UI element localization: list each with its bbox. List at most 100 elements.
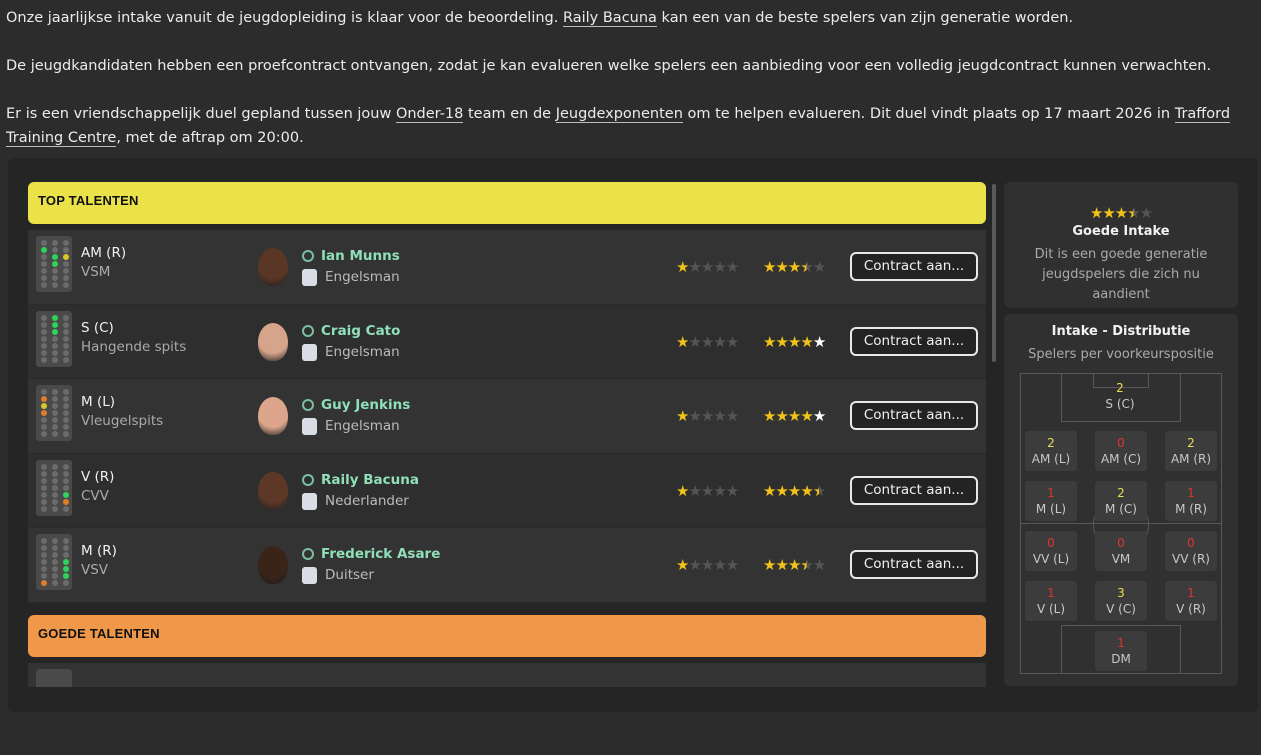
position-dot — [52, 314, 58, 321]
position-dot — [52, 328, 58, 335]
distribution-count: 1 — [1117, 636, 1125, 650]
distribution-count: 0 — [1187, 536, 1195, 550]
player-name[interactable]: Frederick Asare — [321, 546, 440, 562]
player-link[interactable]: Raily Bacuna — [562, 10, 657, 27]
player-icon — [302, 473, 314, 486]
potential-stars: ★★★★★ — [763, 332, 826, 351]
position-dot — [63, 254, 69, 260]
position-dot — [52, 424, 58, 430]
position-dot — [41, 240, 47, 246]
position-dot — [63, 545, 69, 551]
england-icon — [302, 418, 317, 435]
distribution-count: 0 — [1117, 536, 1125, 550]
position-pitch-icon — [36, 668, 72, 687]
position-dot — [63, 349, 69, 356]
position-pitch-icon — [36, 310, 72, 367]
player-name[interactable]: Raily Bacuna — [321, 472, 419, 488]
distribution-label: M (C) — [1105, 502, 1137, 516]
intake-stars: ★★★★★ — [1089, 204, 1153, 222]
table-row[interactable]: V (R) CVV Raily Bacuna Nederlander ★★★★★ ★★★★… — [28, 453, 986, 528]
position-dot — [63, 342, 69, 349]
player-role: VSM — [81, 264, 111, 280]
position-dot — [52, 538, 58, 544]
player-position: S (C) — [81, 319, 114, 336]
england-icon — [302, 269, 317, 286]
player-name[interactable]: Craig Cato — [321, 323, 400, 339]
position-dot — [41, 403, 47, 409]
position-dot — [41, 417, 47, 423]
position-dot — [52, 470, 58, 477]
distribution-cell: 0 VM — [1095, 531, 1147, 571]
position-dot — [52, 417, 58, 423]
distribution-cell: 2 AM (L) — [1025, 431, 1077, 471]
distribution-label: AM (C) — [1100, 452, 1142, 466]
position-dot — [63, 396, 69, 402]
player-role: CVV — [81, 487, 109, 504]
team-link-opponent[interactable]: Jeugdexponenten — [555, 106, 683, 123]
table-row[interactable]: S (C) Hangende spits Craig Cato Engelsman ★★… — [28, 304, 986, 379]
distribution-cell: 2 S (C) — [1094, 376, 1146, 416]
table-row[interactable]: M (R) VSV Frederick Asare Duitser ★★★★★ ★★★★★… — [28, 528, 986, 603]
table-row[interactable]: M (L) Vleugelspits Guy Jenkins Engelsman ★★★… — [28, 379, 986, 454]
section-header-good-talents[interactable]: GOEDE TALENTEN — [28, 614, 986, 657]
position-dot — [41, 321, 47, 328]
position-dot — [63, 559, 69, 565]
player-avatar — [258, 248, 288, 286]
contract-offer-button[interactable]: Contract aan... — [850, 326, 978, 356]
position-dot — [63, 335, 69, 342]
distribution-title: Intake - Distributie — [1051, 324, 1191, 339]
position-dot — [52, 498, 58, 505]
position-dot — [41, 328, 47, 335]
distribution-label: V (C) — [1106, 602, 1136, 616]
position-dot — [63, 566, 69, 572]
position-dot — [63, 275, 69, 281]
player-rows: AM (R) VSM Ian Munns Engelsman ★★★★★ ★★★★★ Con… — [28, 230, 986, 603]
position-dot — [41, 431, 47, 437]
position-dot — [41, 275, 47, 281]
ability-stars: ★★★★★ — [676, 258, 739, 276]
position-dot — [52, 275, 58, 281]
player-avatar — [258, 546, 288, 584]
section-header-top-talents[interactable]: TOP TALENTEN — [28, 182, 986, 224]
position-dot — [52, 559, 58, 565]
potential-stars: ★★★★★ — [763, 407, 826, 425]
position-pitch-icon — [36, 236, 72, 292]
distribution-label: S (C) — [1105, 397, 1135, 411]
position-dot — [41, 261, 47, 267]
position-dot — [52, 410, 58, 416]
position-pitch-icon — [36, 459, 72, 516]
team-link-u18[interactable]: Onder-18 — [395, 106, 464, 123]
player-icon — [302, 399, 314, 411]
contract-offer-button[interactable]: Contract aan... — [850, 475, 978, 505]
distribution-label: M (R) — [1175, 502, 1207, 516]
distribution-cell: 0 AM (C) — [1095, 431, 1147, 471]
contract-offer-button[interactable]: Contract aan... — [850, 550, 978, 579]
ability-stars: ★★★★★ — [676, 556, 739, 574]
ability-stars: ★★★★★ — [676, 407, 739, 425]
intake-rating-card: ★★★★★ Goede Intake Dit is een goede gene… — [1004, 182, 1238, 308]
player-name[interactable]: Ian Munns — [321, 248, 400, 264]
contract-offer-button[interactable]: Contract aan... — [850, 401, 978, 430]
player-icon — [302, 548, 314, 560]
position-dot — [52, 335, 58, 342]
distribution-cell: 1 M (R) — [1165, 481, 1217, 521]
list-scrollbar[interactable] — [992, 184, 996, 362]
player-nationality: Duitser — [325, 567, 374, 583]
potential-stars: ★★★★★ — [763, 556, 826, 574]
position-pitch-icon — [36, 534, 72, 590]
player-role: Hangende spits — [81, 338, 187, 355]
position-dot — [63, 314, 69, 321]
distribution-label: VV (L) — [1032, 552, 1070, 566]
contract-offer-button[interactable]: Contract aan... — [850, 252, 978, 281]
distribution-label: DM — [1111, 652, 1131, 666]
position-dot — [52, 484, 58, 491]
position-dot — [41, 335, 47, 342]
player-name[interactable]: Guy Jenkins — [321, 397, 410, 413]
position-dot — [41, 566, 47, 572]
table-row[interactable]: AM (R) VSM Ian Munns Engelsman ★★★★★ ★★★★★ Con… — [28, 230, 986, 305]
distribution-card: Intake - Distributie Spelers per voorkeu… — [1004, 314, 1238, 686]
position-dot — [52, 403, 58, 409]
table-row[interactable] — [28, 662, 986, 687]
position-dot — [41, 389, 47, 395]
position-dot — [63, 356, 69, 363]
